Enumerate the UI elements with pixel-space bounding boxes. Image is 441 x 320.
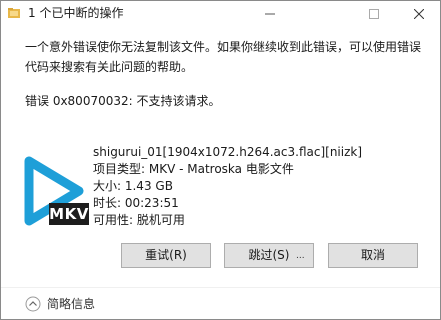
file-type: 项目类型: MKV - Matroska 电影文件 bbox=[93, 162, 294, 176]
error-code: 错误 0x80070032: 不支持该请求。 bbox=[25, 94, 221, 108]
file-type-badge: MKV bbox=[49, 203, 89, 225]
cancel-button[interactable]: 取消 bbox=[328, 243, 418, 268]
chevron-up-icon[interactable] bbox=[25, 296, 41, 312]
dialog-window: 1 个已中断的操作 一个意外错误使你无法复制该文件。如果你继续收到此错误，可以使… bbox=[0, 0, 441, 320]
retry-button[interactable]: 重试(R) bbox=[121, 243, 211, 268]
file-size: 大小: 1.43 GB bbox=[93, 179, 173, 193]
close-button[interactable] bbox=[400, 1, 438, 25]
error-message: 一个意外错误使你无法复制该文件。如果你继续收到此错误，可以使用错误代码来搜索有关… bbox=[25, 40, 422, 74]
copy-folder-icon bbox=[7, 5, 21, 19]
minimize-button[interactable] bbox=[251, 1, 289, 25]
file-info: shigurui_01[1904x1072.h264.ac3.flac][nii… bbox=[93, 144, 362, 229]
footer: 简略信息 bbox=[1, 288, 440, 319]
file-name: shigurui_01[1904x1072.h264.ac3.flac][nii… bbox=[93, 145, 363, 159]
window-title: 1 个已中断的操作 bbox=[28, 6, 124, 20]
maximize-icon bbox=[369, 4, 379, 23]
fewer-details-link[interactable]: 简略信息 bbox=[47, 297, 95, 311]
file-availability: 可用性: 脱机可用 bbox=[93, 213, 185, 227]
maximize-button[interactable] bbox=[355, 1, 393, 25]
file-duration: 时长: 00:23:51 bbox=[93, 196, 179, 210]
skip-more-indicator: ... bbox=[296, 251, 305, 261]
title-bar: 1 个已中断的操作 bbox=[1, 1, 440, 25]
minimize-icon bbox=[265, 4, 275, 23]
close-icon bbox=[413, 4, 425, 23]
